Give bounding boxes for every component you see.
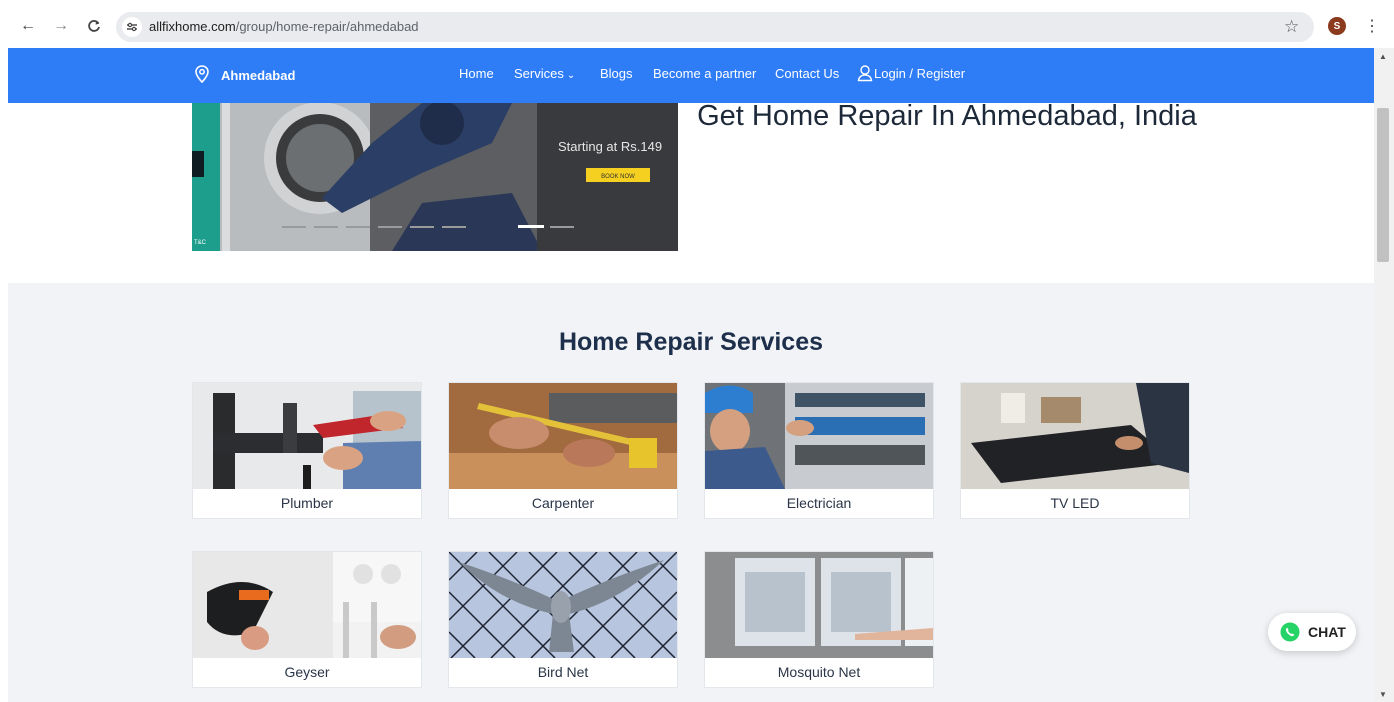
- url-path: /group/home-repair/ahmedabad: [235, 19, 419, 34]
- banner-price-text: Starting at Rs.149: [558, 139, 662, 154]
- service-card-plumber[interactable]: Plumber: [192, 382, 422, 519]
- banner-book-now: BOOK NOW: [601, 174, 635, 180]
- service-card-mosquito-net[interactable]: Mosquito Net: [704, 551, 934, 688]
- service-label: Geyser: [284, 664, 330, 680]
- user-icon: [857, 64, 873, 87]
- nav-become-partner[interactable]: Become a partner: [653, 66, 756, 81]
- url-domain: allfixhome.com: [149, 19, 236, 34]
- service-card-tv-led[interactable]: TV LED: [960, 382, 1190, 519]
- profile-avatar[interactable]: S: [1328, 17, 1346, 35]
- site-info-icon[interactable]: [122, 17, 142, 37]
- browser-toolbar: ← → allfixhome.com/group/home-repair/ahm…: [0, 0, 1394, 48]
- nav-services[interactable]: Services ⌄: [514, 66, 575, 81]
- service-label: Bird Net: [537, 664, 589, 680]
- hero-banner-image[interactable]: Starting at Rs.149 BOOK NOW T&C: [192, 103, 678, 251]
- service-label: Electrician: [786, 495, 852, 511]
- banner-tc-text: T&C: [194, 240, 207, 246]
- url-text[interactable]: allfixhome.com/group/home-repair/ahmedab…: [149, 19, 419, 34]
- chevron-down-icon: ⌄: [566, 70, 576, 81]
- service-label: Mosquito Net: [777, 664, 861, 680]
- nav-blogs[interactable]: Blogs: [600, 66, 633, 81]
- back-arrow-icon[interactable]: ←: [18, 16, 38, 36]
- forward-arrow-icon[interactable]: →: [51, 16, 71, 36]
- tv-led-image: [961, 383, 1189, 489]
- service-label: TV LED: [1050, 495, 1100, 511]
- location-selector[interactable]: Ahmedabad: [221, 68, 295, 83]
- nav-home[interactable]: Home: [459, 66, 494, 81]
- nav-login-register[interactable]: Login / Register: [874, 66, 965, 81]
- scrollbar-thumb[interactable]: [1377, 108, 1389, 262]
- nav-contact-us[interactable]: Contact Us: [775, 66, 839, 81]
- plumber-image: [193, 383, 421, 489]
- chat-label: CHAT: [1308, 624, 1346, 640]
- scroll-up-arrow-icon[interactable]: ▲: [1379, 52, 1387, 61]
- nav-services-label: Services: [514, 66, 564, 81]
- service-card-carpenter[interactable]: Carpenter: [448, 382, 678, 519]
- carpenter-image: [449, 383, 677, 489]
- service-card-bird-net[interactable]: Bird Net: [448, 551, 678, 688]
- service-label: Carpenter: [531, 495, 595, 511]
- services-title: Home Repair Services: [558, 328, 824, 356]
- chat-button[interactable]: CHAT: [1268, 613, 1356, 651]
- service-card-geyser[interactable]: Geyser: [192, 551, 422, 688]
- bird-net-image: [449, 552, 677, 658]
- location-pin-icon: [195, 65, 209, 88]
- service-card-electrician[interactable]: Electrician: [704, 382, 934, 519]
- star-icon[interactable]: ☆: [1284, 17, 1299, 37]
- mosquito-net-image: [705, 552, 933, 658]
- whatsapp-icon: [1280, 622, 1300, 647]
- kebab-menu-icon[interactable]: ⋮: [1364, 16, 1380, 36]
- service-label: Plumber: [280, 495, 334, 511]
- scroll-down-arrow-icon[interactable]: ▼: [1379, 690, 1387, 699]
- electrician-image: [705, 383, 933, 489]
- page-title: Get Home Repair In Ahmedabad, India: [697, 100, 1197, 132]
- reload-icon[interactable]: [84, 16, 104, 36]
- geyser-image: [193, 552, 421, 658]
